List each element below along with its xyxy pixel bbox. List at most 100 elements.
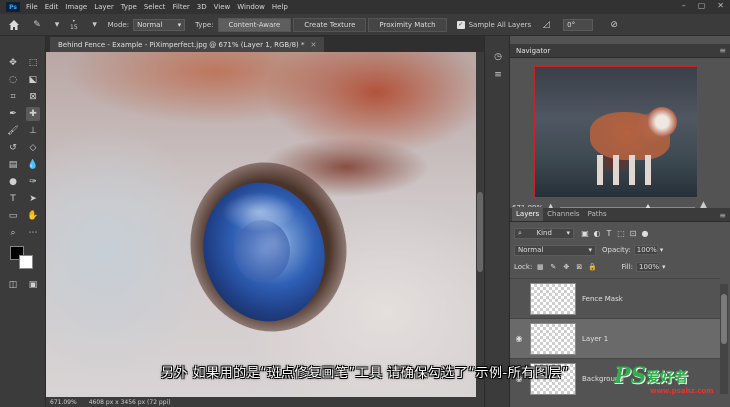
smart-object-filter-icon[interactable]: ⊡ — [628, 228, 638, 238]
brush-size-value: 15 — [70, 23, 78, 31]
healing-brush-tool-icon[interactable]: ✎ — [30, 18, 44, 32]
menu-edit[interactable]: Edit — [45, 3, 59, 11]
brush-tool-icon[interactable]: 🖌 — [6, 124, 20, 138]
pixel-filter-icon[interactable]: ▣ — [580, 228, 590, 238]
blend-row: Normal ▾ Opacity: 100% ▾ — [510, 243, 730, 257]
document-tab[interactable]: Behind Fence - Example - PiXimperfect.jp… — [50, 37, 325, 52]
close-icon[interactable]: ✕ — [717, 1, 724, 10]
watermark-logo: PS — [614, 363, 647, 389]
create-texture-button[interactable]: Create Texture — [293, 17, 367, 32]
move-tool-icon[interactable]: ✥ — [6, 56, 20, 70]
chevron-down-icon[interactable]: ▾ — [660, 246, 664, 254]
chevron-down-icon[interactable]: ▾ — [662, 263, 666, 271]
quick-mask-icon[interactable]: ◫ — [6, 278, 20, 292]
fill-label: Fill: — [621, 263, 634, 271]
screen-mode-icon[interactable]: ▣ — [26, 278, 40, 292]
pressure-size-icon[interactable]: ⊘ — [607, 18, 621, 32]
visibility-toggle-hidden[interactable] — [510, 279, 528, 319]
menu-filter[interactable]: Filter — [172, 3, 189, 11]
fill-input[interactable]: 100% — [636, 262, 661, 272]
blur-tool-icon[interactable]: 💧 — [26, 158, 40, 172]
scrollbar-thumb[interactable] — [721, 294, 727, 344]
history-panel-icon[interactable]: ◷ — [491, 50, 505, 64]
layer-filter-row: ⌕ Kind ▾ ▣ ◐ T ⬚ ⊡ ● — [510, 226, 730, 240]
marquee-tool-icon[interactable]: ⬚ — [26, 56, 40, 70]
search-icon: ⌕ — [518, 228, 522, 237]
navigator-preview[interactable] — [534, 66, 698, 198]
lock-label: Lock: — [514, 263, 533, 271]
clone-stamp-tool-icon[interactable]: ⊥ — [26, 124, 40, 138]
lock-position-icon[interactable]: ✥ — [561, 262, 571, 272]
navigator-title[interactable]: Navigator — [516, 47, 550, 55]
filter-toggle-icon[interactable]: ● — [640, 228, 650, 238]
right-panels: Navigator ≡ 671.09% ▲ ▲ Layers Channels … — [510, 36, 730, 407]
dodge-tool-icon[interactable]: ● — [6, 175, 20, 189]
path-select-tool-icon[interactable]: ➤ — [26, 192, 40, 206]
frame-tool-icon[interactable]: ⊠ — [26, 90, 40, 104]
sample-all-layers-checkbox[interactable]: ✓ — [456, 20, 465, 29]
chevron-down-icon[interactable]: ▾ — [50, 18, 64, 32]
lasso-tool-icon[interactable]: ◌ — [6, 73, 20, 87]
blend-mode-select[interactable]: Normal ▾ — [514, 244, 596, 256]
eraser-tool-icon[interactable]: ◇ — [26, 141, 40, 155]
eye-icon[interactable]: ◉ — [510, 319, 528, 359]
more-tools-icon[interactable]: ⋯ — [26, 226, 40, 240]
gradient-tool-icon[interactable]: ▤ — [6, 158, 20, 172]
menu-window[interactable]: Window — [237, 3, 265, 11]
scrollbar-thumb[interactable] — [477, 192, 483, 272]
layer-thumbnail — [530, 282, 576, 315]
brush-size-preview[interactable]: • 15 — [70, 18, 78, 31]
panel-menu-icon[interactable]: ≡ — [719, 211, 726, 220]
lock-transparent-icon[interactable]: ▦ — [535, 262, 545, 272]
home-icon[interactable] — [6, 17, 22, 33]
mode-value: Normal — [137, 20, 163, 29]
lock-all-icon[interactable]: 🔒 — [587, 262, 597, 272]
shape-filter-icon[interactable]: ⬚ — [616, 228, 626, 238]
angle-input[interactable]: 0° — [563, 18, 594, 31]
menu-select[interactable]: Select — [144, 3, 166, 11]
menu-help[interactable]: Help — [272, 3, 288, 11]
panel-menu-icon[interactable]: ≡ — [719, 46, 726, 55]
menu-file[interactable]: File — [26, 3, 38, 11]
zoom-tool-icon[interactable]: ⌕ — [6, 226, 20, 240]
layer-row-layer-1[interactable]: ◉ Layer 1 — [510, 318, 720, 358]
menu-view[interactable]: View — [214, 3, 231, 11]
sample-all-layers-label: Sample All Layers — [468, 20, 532, 29]
eyedropper-tool-icon[interactable]: ✒ — [6, 107, 20, 121]
lock-image-icon[interactable]: ✎ — [548, 262, 558, 272]
content-aware-button[interactable]: Content-Aware — [217, 17, 292, 32]
type-filter-icon[interactable]: T — [604, 228, 614, 238]
panel-icon-strip: ◷ ≡ — [484, 36, 510, 407]
adjustment-filter-icon[interactable]: ◐ — [592, 228, 602, 238]
mode-select[interactable]: Normal ▾ — [133, 18, 186, 31]
lock-artboard-icon[interactable]: ⊠ — [574, 262, 584, 272]
kind-select[interactable]: ⌕ Kind ▾ — [514, 227, 574, 239]
opacity-input[interactable]: 100% — [633, 245, 658, 255]
close-icon[interactable]: ✕ — [311, 41, 317, 49]
menu-image[interactable]: Image — [65, 3, 87, 11]
object-select-tool-icon[interactable]: ⬕ — [26, 73, 40, 87]
background-color-swatch[interactable] — [19, 255, 33, 269]
minimize-icon[interactable]: – — [682, 1, 686, 10]
menu-3d[interactable]: 3D — [197, 3, 207, 11]
rectangle-tool-icon[interactable]: ▭ — [6, 209, 20, 223]
status-zoom[interactable]: 671.09% — [50, 399, 77, 406]
tab-layers[interactable]: Layers — [512, 207, 544, 221]
history-brush-tool-icon[interactable]: ↺ — [6, 141, 20, 155]
canvas-vertical-scrollbar[interactable] — [476, 52, 484, 397]
proximity-match-button[interactable]: Proximity Match — [368, 17, 447, 32]
menu-type[interactable]: Type — [121, 3, 137, 11]
brush-settings-icon[interactable]: ▾ — [88, 18, 102, 32]
menu-layer[interactable]: Layer — [94, 3, 114, 11]
crop-tool-icon[interactable]: ⌗ — [6, 90, 20, 104]
tab-paths[interactable]: Paths — [584, 210, 611, 221]
layer-row-fence-mask[interactable]: Fence Mask — [510, 278, 720, 318]
tab-channels[interactable]: Channels — [543, 210, 583, 221]
properties-panel-icon[interactable]: ≡ — [491, 68, 505, 82]
pen-tool-icon[interactable]: ✑ — [26, 175, 40, 189]
type-tool-icon[interactable]: T — [6, 192, 20, 206]
maximize-icon[interactable]: ▢ — [698, 1, 706, 10]
hand-tool-icon[interactable]: ✋ — [26, 209, 40, 223]
document-canvas[interactable] — [46, 52, 476, 397]
healing-brush-tool-icon[interactable]: ✚ — [26, 107, 40, 121]
